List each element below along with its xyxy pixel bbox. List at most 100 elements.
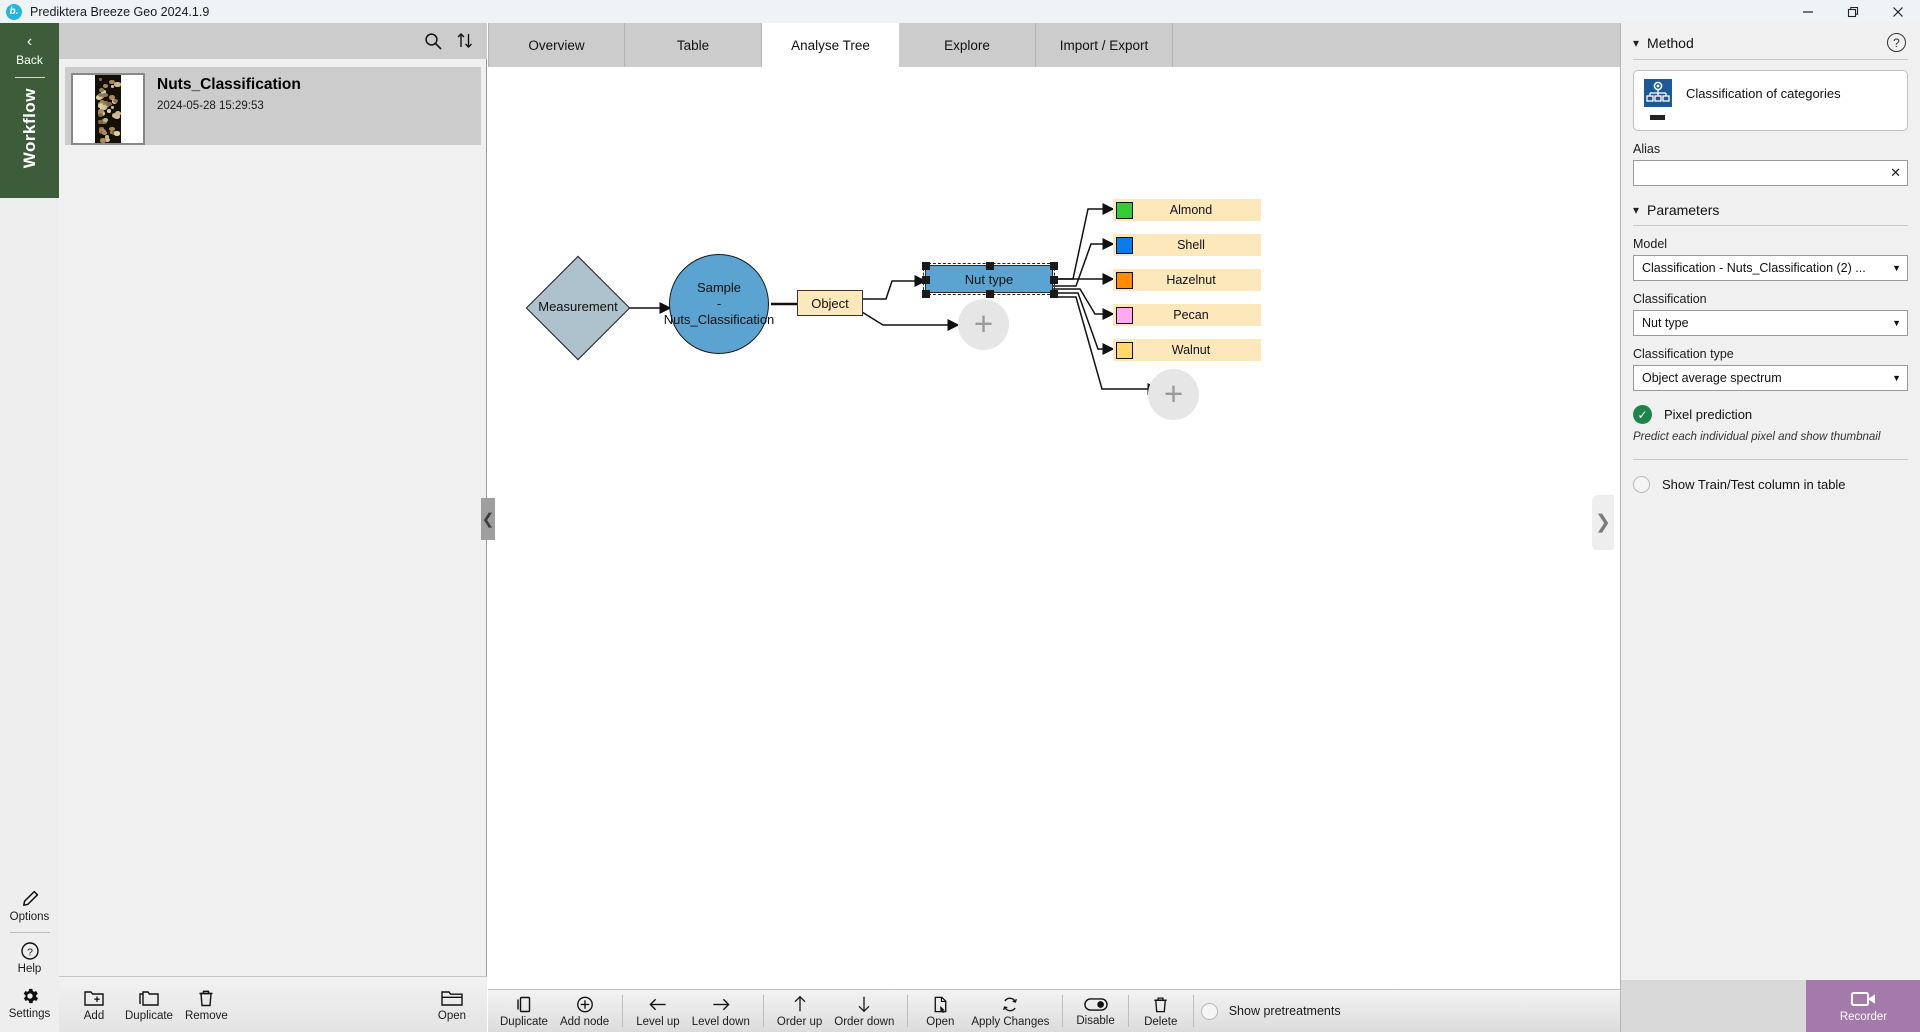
open-node-button[interactable]: Open (915, 993, 965, 1030)
collapse-left-panel-button[interactable]: ❮ (481, 498, 495, 540)
tab-overview-label: Overview (528, 38, 584, 53)
class-row-almond[interactable]: Almond (1113, 199, 1261, 221)
tab-table[interactable]: Table (625, 23, 762, 67)
apply-changes-button[interactable]: Apply Changes (965, 993, 1055, 1030)
model-dropdown-value: Classification - Nuts_Classification (2)… (1642, 261, 1886, 275)
resize-handle-ne[interactable] (1050, 262, 1058, 270)
level-up-label: Level up (636, 1016, 679, 1028)
add-node-placeholder-1[interactable]: + (958, 299, 1009, 350)
parameters-section-header[interactable]: ▾ Parameters (1621, 186, 1920, 218)
duplicate-dataset-button[interactable]: Duplicate (119, 986, 179, 1024)
model-label: Model (1633, 237, 1908, 251)
node-object[interactable]: Object (797, 290, 863, 316)
add-node-button[interactable]: Add node (554, 993, 615, 1030)
checkmark-icon[interactable]: ✓ (1633, 405, 1652, 424)
toolbar-separator (622, 995, 623, 1027)
arrow-up-icon (790, 994, 810, 1014)
remove-dataset-button[interactable]: Remove (179, 986, 234, 1024)
sort-icon[interactable] (455, 31, 475, 51)
list-item-text: Nuts_Classification 2024-05-28 15:29:53 (157, 73, 301, 112)
tab-analyse-tree[interactable]: Analyse Tree (762, 23, 899, 67)
title-bar: b. Prediktera Breeze Geo 2024.1.9 (0, 0, 1920, 23)
order-up-button[interactable]: Order up (771, 992, 828, 1030)
minimize-button[interactable] (1785, 0, 1830, 23)
analyse-tree-canvas[interactable]: Measurement Sample - Nuts_Classification… (488, 67, 1620, 989)
recorder-button[interactable]: Recorder (1806, 980, 1920, 1032)
duplicate-node-button[interactable]: Duplicate (494, 993, 554, 1030)
classification-dropdown-value: Nut type (1642, 316, 1886, 330)
add-node-placeholder-2[interactable]: + (1148, 369, 1199, 420)
level-down-button[interactable]: Level down (686, 993, 756, 1030)
order-down-button[interactable]: Order down (828, 992, 900, 1030)
alias-label: Alias (1633, 142, 1908, 156)
tab-overview[interactable]: Overview (488, 23, 625, 67)
dataset-panel-bottom-toolbar: Add Duplicate Remove Open (59, 976, 487, 1032)
rail-item-settings[interactable]: Settings (0, 981, 59, 1026)
dataset-timestamp: 2024-05-28 15:29:53 (157, 100, 301, 112)
resize-handle-s[interactable] (986, 290, 994, 298)
show-pretreatments-toggle[interactable]: Show pretreatments (1201, 990, 1341, 1032)
node-nut-type[interactable]: Nut type (925, 265, 1053, 293)
rail-item-help[interactable]: ? Help (0, 936, 59, 981)
delete-node-button[interactable]: Delete (1136, 993, 1186, 1030)
resize-handle-se[interactable] (1050, 290, 1058, 298)
maximize-restore-button[interactable] (1830, 0, 1875, 23)
node-measurement[interactable]: Measurement (541, 271, 615, 345)
help-icon[interactable]: ? (1887, 33, 1906, 52)
folder-add-icon (83, 988, 105, 1008)
disable-node-button[interactable]: Disable (1070, 994, 1120, 1029)
class-row-walnut[interactable]: Walnut (1113, 339, 1261, 361)
class-row-pecan[interactable]: Pecan (1113, 304, 1261, 326)
show-train-test-radio[interactable] (1633, 476, 1650, 493)
method-card-dash (1650, 115, 1665, 120)
remove-dataset-label: Remove (185, 1010, 228, 1022)
add-dataset-button[interactable]: Add (69, 986, 119, 1024)
chevron-down-icon[interactable]: ▾ (1633, 36, 1639, 50)
open-dataset-button[interactable]: Open (427, 986, 477, 1024)
resize-handle-n[interactable] (986, 262, 994, 270)
refresh-icon (1000, 995, 1020, 1014)
nuts-sample-thumbnail (71, 73, 145, 145)
show-train-test-row[interactable]: Show Train/Test column in table (1633, 476, 1908, 493)
back-chevron-icon[interactable]: ‹ (27, 34, 32, 50)
method-card[interactable]: Classification of categories (1633, 70, 1908, 131)
document-open-icon (931, 995, 950, 1014)
class-row-hazelnut[interactable]: Hazelnut (1113, 269, 1261, 291)
tab-explore[interactable]: Explore (899, 23, 1036, 67)
classification-type-dropdown[interactable]: Object average spectrum ▼ (1633, 365, 1908, 391)
level-up-button[interactable]: Level up (630, 993, 685, 1030)
properties-panel: ▾ Method ? Classification of categories … (1620, 23, 1920, 1032)
resize-handle-nw[interactable] (922, 262, 930, 270)
back-label[interactable]: Back (16, 53, 43, 67)
close-icon[interactable]: ✕ (1886, 165, 1901, 181)
chevron-down-icon: ▼ (1892, 318, 1901, 328)
class-label: Hazelnut (1133, 273, 1261, 287)
node-sample[interactable]: Sample - Nuts_Classification (669, 254, 769, 354)
duplicate-node-label: Duplicate (500, 1016, 548, 1028)
alias-input[interactable] (1640, 166, 1886, 180)
collapse-right-panel-button[interactable]: ❯ (1592, 495, 1614, 550)
application-window: b. Prediktera Breeze Geo 2024.1.9 ‹ Back… (0, 0, 1920, 1032)
classification-dropdown[interactable]: Nut type ▼ (1633, 310, 1908, 336)
dataset-panel: Nuts_Classification 2024-05-28 15:29:53 … (59, 23, 487, 1032)
model-dropdown[interactable]: Classification - Nuts_Classification (2)… (1633, 255, 1908, 281)
resize-handle-sw[interactable] (922, 290, 930, 298)
resize-handle-w[interactable] (922, 276, 930, 284)
class-row-shell[interactable]: Shell (1113, 234, 1261, 256)
rail-item-options[interactable]: Options (0, 884, 59, 929)
tab-import-export[interactable]: Import / Export (1036, 23, 1173, 67)
resize-handle-e[interactable] (1050, 276, 1058, 284)
list-item[interactable]: Nuts_Classification 2024-05-28 15:29:53 (65, 67, 481, 145)
close-button[interactable] (1875, 0, 1920, 23)
workflow-vertical-label: Workflow (20, 88, 40, 168)
show-pretreatments-radio[interactable] (1201, 1003, 1218, 1020)
node-sample-line1: Sample (697, 280, 741, 296)
chevron-down-icon[interactable]: ▾ (1633, 203, 1639, 217)
search-icon[interactable] (423, 31, 443, 51)
pixel-prediction-row[interactable]: ✓ Pixel prediction (1633, 405, 1908, 424)
canvas-toolbar: Duplicate Add node Level up Level down O… (488, 989, 1620, 1032)
method-section-header[interactable]: ▾ Method ? (1621, 23, 1920, 52)
node-connectors (488, 67, 1620, 989)
method-section-title: Method (1647, 35, 1694, 51)
alias-field-wrapper[interactable]: ✕ (1633, 160, 1908, 186)
